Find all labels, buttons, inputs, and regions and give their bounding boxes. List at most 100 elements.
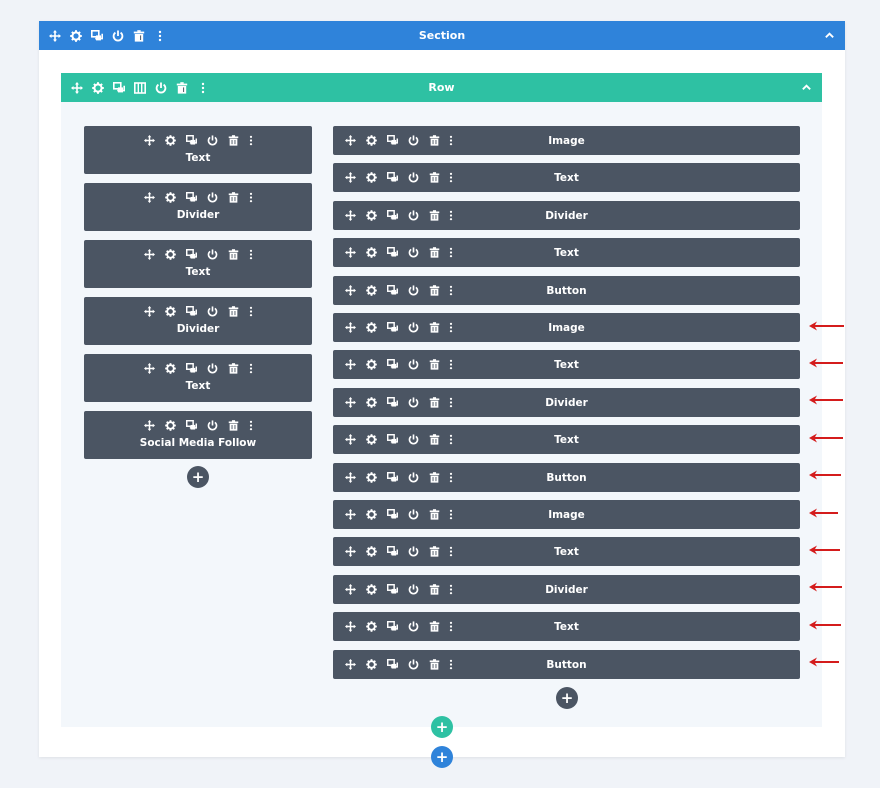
module-label: Text <box>554 246 579 259</box>
move-icon[interactable] <box>143 247 157 261</box>
module-label: Button <box>546 284 587 297</box>
trash-icon[interactable] <box>171 77 192 98</box>
more-icon[interactable] <box>248 133 254 147</box>
module-block[interactable]: Text <box>333 612 800 641</box>
module-block[interactable]: Text <box>333 425 800 454</box>
module-label: Divider <box>545 209 588 222</box>
module-block[interactable]: Social Media Follow <box>84 411 312 459</box>
add-module-button-right[interactable]: + <box>556 687 578 709</box>
row-header-bar[interactable]: Row <box>61 73 822 102</box>
module-label: Text <box>554 545 579 558</box>
gear-icon[interactable] <box>164 247 178 261</box>
module-toolbar <box>84 361 312 375</box>
module-block[interactable]: Image <box>333 126 800 155</box>
module-block[interactable]: Text <box>333 163 800 192</box>
gear-icon[interactable] <box>164 190 178 204</box>
columns-icon[interactable] <box>129 77 150 98</box>
module-block[interactable]: Text <box>84 354 312 402</box>
module-block[interactable]: Divider <box>333 575 800 604</box>
duplicate-icon[interactable] <box>185 247 199 261</box>
module-label: Social Media Follow <box>139 437 257 449</box>
more-icon[interactable] <box>248 304 254 318</box>
power-icon[interactable] <box>206 247 220 261</box>
module-block[interactable]: Divider <box>84 183 312 231</box>
move-icon[interactable] <box>143 133 157 147</box>
module-block[interactable]: Button <box>333 276 800 305</box>
trash-icon[interactable] <box>227 247 241 261</box>
module-label: Text <box>554 171 579 184</box>
gear-icon[interactable] <box>87 77 108 98</box>
module-block[interactable]: Text <box>333 537 800 566</box>
move-icon[interactable] <box>143 304 157 318</box>
add-row-button[interactable]: + <box>431 716 453 738</box>
power-icon[interactable] <box>206 304 220 318</box>
red-arrow-icon <box>809 545 840 555</box>
move-icon[interactable] <box>143 361 157 375</box>
section-container: Section Row Text Divider Text Divider Text So… <box>39 21 845 757</box>
power-icon[interactable] <box>206 133 220 147</box>
module-block[interactable]: Divider <box>333 388 800 417</box>
more-icon[interactable] <box>192 77 213 98</box>
module-block[interactable]: Text <box>333 350 800 379</box>
red-arrow-icon <box>809 433 843 443</box>
module-block[interactable]: Divider <box>84 297 312 345</box>
duplicate-icon[interactable] <box>86 25 107 46</box>
module-block[interactable]: Image <box>333 500 800 529</box>
module-label: Text <box>185 266 211 278</box>
move-icon[interactable] <box>66 77 87 98</box>
gear-icon[interactable] <box>164 133 178 147</box>
module-block[interactable]: Text <box>84 240 312 288</box>
row-toolbar <box>66 73 213 102</box>
module-block[interactable]: Button <box>333 650 800 679</box>
red-arrow-icon <box>809 321 844 331</box>
chevron-up-icon <box>802 84 811 90</box>
power-icon[interactable] <box>206 190 220 204</box>
more-icon[interactable] <box>248 418 254 432</box>
gear-icon[interactable] <box>164 304 178 318</box>
add-module-button-left[interactable]: + <box>187 466 209 488</box>
duplicate-icon[interactable] <box>185 304 199 318</box>
red-arrow-icon <box>809 470 841 480</box>
more-icon[interactable] <box>248 247 254 261</box>
duplicate-icon[interactable] <box>185 361 199 375</box>
trash-icon[interactable] <box>227 361 241 375</box>
module-block[interactable]: Text <box>84 126 312 174</box>
module-toolbar <box>84 247 312 261</box>
duplicate-icon[interactable] <box>185 418 199 432</box>
duplicate-icon[interactable] <box>108 77 129 98</box>
module-block[interactable]: Text <box>333 238 800 267</box>
add-section-button[interactable]: + <box>431 746 453 768</box>
module-block[interactable]: Image <box>333 313 800 342</box>
trash-icon[interactable] <box>227 190 241 204</box>
power-icon[interactable] <box>150 77 171 98</box>
collapse-row-button[interactable] <box>801 73 812 102</box>
power-icon[interactable] <box>206 418 220 432</box>
trash-icon[interactable] <box>227 133 241 147</box>
duplicate-icon[interactable] <box>185 133 199 147</box>
module-block[interactable]: Button <box>333 463 800 492</box>
trash-icon[interactable] <box>227 304 241 318</box>
module-label: Divider <box>545 396 588 409</box>
red-arrow-icon <box>809 582 842 592</box>
move-icon[interactable] <box>44 25 65 46</box>
more-icon[interactable] <box>248 190 254 204</box>
module-toolbar <box>84 133 312 147</box>
power-icon[interactable] <box>206 361 220 375</box>
more-icon[interactable] <box>149 25 170 46</box>
collapse-section-button[interactable] <box>824 21 835 50</box>
gear-icon[interactable] <box>164 418 178 432</box>
red-arrow-icon <box>809 358 843 368</box>
duplicate-icon[interactable] <box>185 190 199 204</box>
more-icon[interactable] <box>248 361 254 375</box>
move-icon[interactable] <box>143 190 157 204</box>
trash-icon[interactable] <box>128 25 149 46</box>
module-label: Image <box>548 321 585 334</box>
power-icon[interactable] <box>107 25 128 46</box>
move-icon[interactable] <box>143 418 157 432</box>
trash-icon[interactable] <box>227 418 241 432</box>
module-block[interactable]: Divider <box>333 201 800 230</box>
gear-icon[interactable] <box>164 361 178 375</box>
module-label: Button <box>546 658 587 671</box>
section-header-bar[interactable]: Section <box>39 21 845 50</box>
gear-icon[interactable] <box>65 25 86 46</box>
